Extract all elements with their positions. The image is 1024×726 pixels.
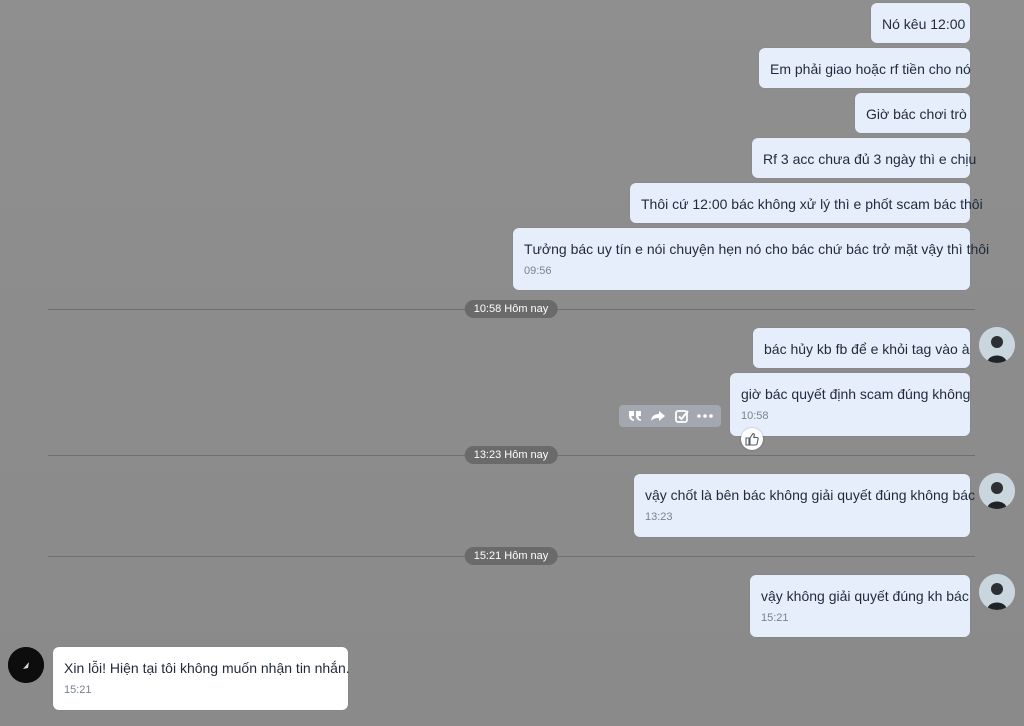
message-time: 15:21 <box>761 612 789 624</box>
avatar[interactable] <box>979 473 1015 509</box>
message-bubble[interactable]: Giờ bác chơi trò <box>855 93 970 133</box>
message-text: bác hủy kb fb để e khỏi tag vào à <box>764 341 970 357</box>
message-text: vậy không giải quyết đúng kh bác <box>761 588 969 604</box>
message-bubble[interactable]: vậy không giải quyết đúng kh bác 15:21 <box>750 575 970 637</box>
message-time: 09:56 <box>524 265 552 277</box>
time-divider-label: 10:58 Hôm nay <box>464 300 558 318</box>
message-bubble[interactable]: Tưởng bác uy tín e nói chuyện hẹn nó cho… <box>513 228 989 290</box>
avatar[interactable] <box>979 574 1015 610</box>
message-text: Rf 3 acc chưa đủ 3 ngày thì e chịu <box>763 151 977 167</box>
forward-icon[interactable] <box>648 407 668 425</box>
message-text: Nó kêu 12:00 <box>882 16 966 32</box>
avatar-image <box>979 473 1015 509</box>
message-time: 15:21 <box>64 684 92 696</box>
message-bubble[interactable]: giờ bác quyết định scam đúng không 10:58 <box>730 373 970 436</box>
avatar-image <box>979 327 1015 363</box>
message-bubble[interactable]: Rf 3 acc chưa đủ 3 ngày thì e chịu <box>752 138 976 178</box>
message-text: Em phải giao hoặc rf tiền cho nó <box>770 61 971 77</box>
incoming-message-bubble[interactable]: Xin lỗi! Hiện tại tôi không muốn nhận ti… <box>53 647 350 710</box>
message-bubble[interactable]: Em phải giao hoặc rf tiền cho nó <box>759 48 971 88</box>
chat-area: Nó kêu 12:00 Em phải giao hoặc rf tiền c… <box>0 0 1024 726</box>
message-text: Tưởng bác uy tín e nói chuyện hẹn nó cho… <box>524 241 990 257</box>
avatar-image <box>979 574 1015 610</box>
message-bubble[interactable]: vậy chốt là bên bác không giải quyết đún… <box>634 474 975 537</box>
message-text: Giờ bác chơi trò <box>866 106 967 122</box>
more-icon[interactable] <box>695 407 715 425</box>
message-bubble[interactable]: Nó kêu 12:00 <box>871 3 970 43</box>
message-bubble[interactable]: bác hủy kb fb để e khỏi tag vào à <box>753 328 970 368</box>
time-divider-label: 15:21 Hôm nay <box>464 547 558 565</box>
message-text: vậy chốt là bên bác không giải quyết đún… <box>645 487 976 503</box>
message-text: giờ bác quyết định scam đúng không <box>741 386 971 402</box>
message-text: Thôi cứ 12:00 bác không xử lý thì e phốt… <box>641 196 983 212</box>
avatar-image <box>8 647 44 683</box>
message-bubble[interactable]: Thôi cứ 12:00 bác không xử lý thì e phốt… <box>630 183 983 223</box>
time-divider-label: 13:23 Hôm nay <box>464 446 558 464</box>
message-actions-toolbar <box>619 405 721 427</box>
thumbs-up-icon[interactable] <box>741 428 763 450</box>
select-checkbox-icon[interactable] <box>672 407 692 425</box>
message-text: Xin lỗi! Hiện tại tôi không muốn nhận ti… <box>64 660 350 676</box>
contact-avatar[interactable] <box>8 647 44 683</box>
message-time: 10:58 <box>741 410 769 422</box>
avatar[interactable] <box>979 327 1015 363</box>
quote-icon[interactable] <box>625 407 645 425</box>
message-time: 13:23 <box>645 511 673 523</box>
